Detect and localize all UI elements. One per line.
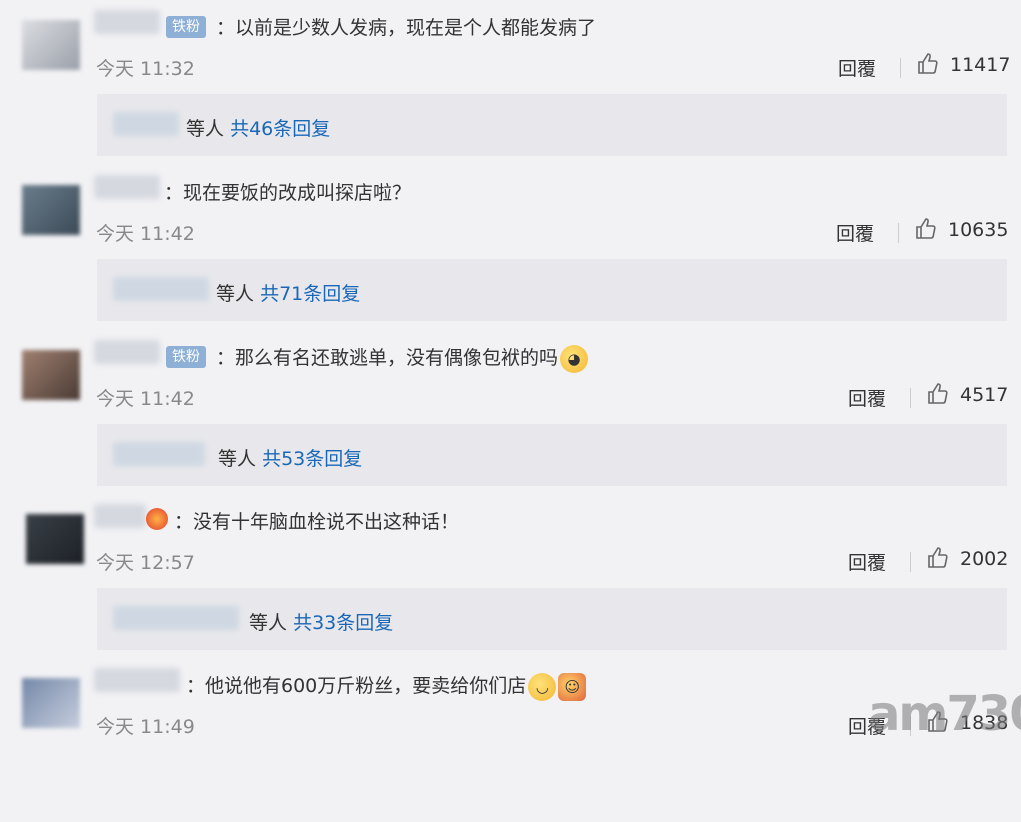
comment-time: 今天 12:57 xyxy=(96,552,195,574)
sub-reply-prefix: 等人 xyxy=(186,118,225,140)
sub-reply-link[interactable]: 共46条回复 xyxy=(230,118,330,140)
sub-reply-summary: 等人 共46条回复 xyxy=(186,114,330,141)
medal-icon xyxy=(146,508,168,530)
username-blurred[interactable] xyxy=(94,10,160,34)
username-blurred[interactable] xyxy=(94,668,180,692)
divider xyxy=(910,388,911,408)
fan-badge: 铁粉 xyxy=(166,16,206,38)
like-count: 10635 xyxy=(948,219,1009,241)
comment-item: ：没有十年脑血栓说不出这种话！ 今天 12:57 回覆 2002 等人 共33条… xyxy=(0,494,1021,658)
comment-text: ：没有十年脑血栓说不出这种话！ xyxy=(174,511,460,533)
comment-text-content: ：那么有名还敢逃单，没有偶像包袱的吗 xyxy=(216,347,559,369)
avatar[interactable] xyxy=(22,678,80,728)
comment-item: 铁粉 ：那么有名还敢逃单，没有偶像包袱的吗 ◕ 今天 11:42 回覆 4517 … xyxy=(0,330,1021,494)
reply-button[interactable]: 回覆 xyxy=(848,548,886,575)
divider xyxy=(900,58,901,78)
sub-reply-link[interactable]: 共33条回复 xyxy=(293,612,393,634)
thumbs-up-icon[interactable] xyxy=(914,217,938,241)
reply-button[interactable]: 回覆 xyxy=(848,384,886,411)
sub-replies-box[interactable]: 等人 共46条回复 xyxy=(97,94,1007,156)
reply-button[interactable]: 回覆 xyxy=(838,54,876,81)
fan-badge: 铁粉 xyxy=(166,346,206,368)
username-blurred[interactable] xyxy=(94,504,146,528)
reply-button[interactable]: 回覆 xyxy=(836,219,874,246)
like-count: 11417 xyxy=(950,54,1011,76)
sub-replies-box[interactable]: 等人 共71条回复 xyxy=(97,259,1007,321)
username-blurred[interactable] xyxy=(94,175,160,199)
sub-reply-names-blurred xyxy=(113,606,239,630)
comment-time: 今天 11:32 xyxy=(96,58,195,80)
comment-text: ：以前是少数人发病，现在是个人都能发病了 xyxy=(216,17,597,39)
comment-time: 今天 11:49 xyxy=(96,716,195,738)
like-count: 2002 xyxy=(960,548,1009,570)
thumbs-up-icon[interactable] xyxy=(926,382,950,406)
comment-time: 今天 11:42 xyxy=(96,223,195,245)
doge-emoji-icon: ◕ xyxy=(560,344,589,373)
sub-reply-names-blurred xyxy=(113,442,205,466)
sub-replies-box[interactable]: 等人 共53条回复 xyxy=(97,424,1007,486)
avatar[interactable] xyxy=(22,20,80,70)
divider xyxy=(910,552,911,572)
comment-time: 今天 11:42 xyxy=(96,388,195,410)
hu-fen-emoji-icon: ☺ xyxy=(558,672,587,701)
sub-reply-prefix: 等人 xyxy=(249,612,288,634)
sub-reply-summary: 等人 共53条回复 xyxy=(218,444,362,471)
avatar[interactable] xyxy=(22,185,80,235)
comment-text-content: ：他说他有600万斤粉丝，要卖给你们店 xyxy=(186,675,527,697)
thumbs-up-icon[interactable] xyxy=(926,546,950,570)
sub-reply-link[interactable]: 共71条回复 xyxy=(260,283,360,305)
thumbs-up-icon[interactable] xyxy=(916,52,940,76)
sub-replies-box[interactable]: 等人 共33条回复 xyxy=(97,588,1007,650)
comment-text: ：那么有名还敢逃单，没有偶像包袱的吗 ◕ xyxy=(216,344,589,373)
shy-emoji-icon: ◡ xyxy=(528,672,557,701)
username-blurred[interactable] xyxy=(94,340,160,364)
am730-watermark: am730 xyxy=(868,686,1021,742)
comment-text: ：现在要饭的改成叫探店啦？ xyxy=(164,182,412,204)
divider xyxy=(898,223,899,243)
comment-text: ：他说他有600万斤粉丝，要卖给你们店 ◡ ☺ xyxy=(186,672,587,701)
comment-item: ：现在要饭的改成叫探店啦？ 今天 11:42 回覆 10635 等人 共71条回… xyxy=(0,165,1021,329)
sub-reply-prefix: 等人 xyxy=(216,283,255,305)
sub-reply-names-blurred xyxy=(113,277,209,301)
sub-reply-link[interactable]: 共53条回复 xyxy=(262,448,362,470)
sub-reply-summary: 等人 共33条回复 xyxy=(249,608,393,635)
like-count: 4517 xyxy=(960,384,1009,406)
avatar[interactable] xyxy=(26,514,84,564)
sub-reply-summary: 等人 共71条回复 xyxy=(216,279,360,306)
comment-item: 铁粉 ：以前是少数人发病，现在是个人都能发病了 今天 11:32 回覆 1141… xyxy=(0,0,1021,164)
avatar[interactable] xyxy=(22,350,80,400)
sub-reply-prefix: 等人 xyxy=(218,448,257,470)
sub-reply-names-blurred xyxy=(113,112,179,136)
